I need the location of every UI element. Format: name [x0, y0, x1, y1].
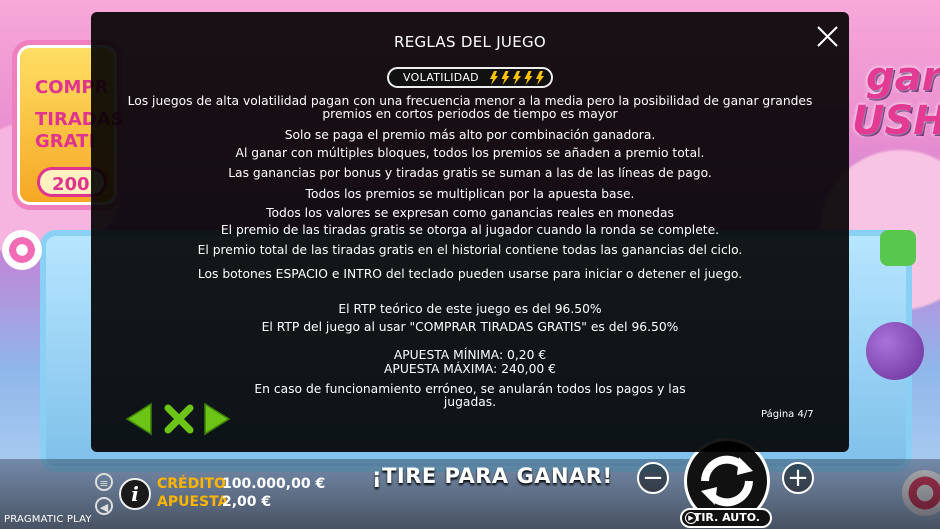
lollipop-candy — [2, 230, 42, 270]
autoplay-icon: ▶ — [685, 512, 697, 524]
bolt-icon — [536, 71, 544, 85]
bet-label: APUESTA — [157, 494, 229, 510]
bolt-icon — [524, 71, 533, 85]
rule-paragraph: El premio de las tiradas gratis se otorg… — [220, 223, 720, 237]
logo-line-2: USH — [852, 98, 940, 144]
autoplay-button[interactable]: ▶ TIR. AUTO. — [680, 508, 772, 528]
bolt-icon — [490, 71, 498, 85]
bolt-icon — [501, 71, 510, 85]
previous-page-button[interactable] — [125, 402, 153, 436]
dialog-title: REGLAS DEL JUEGO — [393, 33, 547, 51]
logo-line-1: gar — [866, 54, 940, 100]
provider-logo: PRAGMATIC PLAY — [4, 514, 92, 525]
decrease-bet-button[interactable]: − — [637, 462, 669, 494]
promo-line-3: GRATI — [35, 131, 96, 152]
bolt-icon — [513, 71, 521, 85]
autoplay-label: TIR. AUTO. — [693, 511, 760, 524]
increase-bet-button[interactable]: + — [782, 462, 814, 494]
page-indicator: Página 4/7 — [761, 409, 814, 420]
info-icon[interactable]: i — [119, 478, 151, 510]
volatility-badge: VOLATILIDAD — [387, 67, 553, 88]
rtp-buy-free-spins: El RTP del juego al usar "COMPRAR TIRADA… — [261, 320, 679, 334]
next-page-button[interactable] — [203, 402, 231, 436]
rule-paragraph: El premio total de las tiradas gratis en… — [197, 243, 743, 257]
candy-ball — [866, 322, 924, 380]
credit-label: CRÉDITO — [157, 476, 226, 492]
min-bet: APUESTA MÍNIMA: 0,20 € — [393, 348, 547, 362]
game-logo: gar USH — [848, 55, 940, 145]
gummy-candy — [880, 230, 916, 266]
spin-to-win-banner: ¡TIRE PARA GANAR! — [372, 464, 613, 488]
sound-icon[interactable]: ◀ — [95, 497, 113, 515]
volatility-bolts — [490, 71, 544, 85]
rule-paragraph: Todos los premios se multiplican por la … — [305, 187, 635, 201]
rule-paragraph: Al ganar con múltiples bloques, todos lo… — [235, 146, 705, 160]
rule-paragraph: Los botones ESPACIO e INTRO del teclado … — [197, 267, 743, 281]
credit-value: 100.000,00 € — [222, 476, 326, 492]
bet-value: 2,00 € — [222, 494, 272, 510]
malfunction-notice: En caso de funcionamiento erróneo, se an… — [254, 382, 686, 409]
rule-paragraph: Las ganancias por bonus y tiradas gratis… — [228, 166, 712, 180]
rule-paragraph: Todos los valores se expresan como ganan… — [266, 206, 674, 220]
max-bet: APUESTA MÁXIMA: 240,00 € — [384, 362, 556, 376]
rule-paragraph: Los juegos de alta volatilidad pagan con… — [127, 94, 813, 121]
volatility-label: VOLATILIDAD — [403, 71, 479, 84]
rule-paragraph: Solo se paga el premio más alto por comb… — [284, 128, 656, 142]
rtp-theoretical: El RTP teórico de este juego es del 96.5… — [338, 302, 602, 316]
menu-icon[interactable]: ≡ — [95, 473, 113, 491]
close-rules-button[interactable] — [163, 402, 195, 436]
game-rules-dialog: REGLAS DEL JUEGO VOLATILIDAD Los juegos … — [91, 12, 849, 452]
